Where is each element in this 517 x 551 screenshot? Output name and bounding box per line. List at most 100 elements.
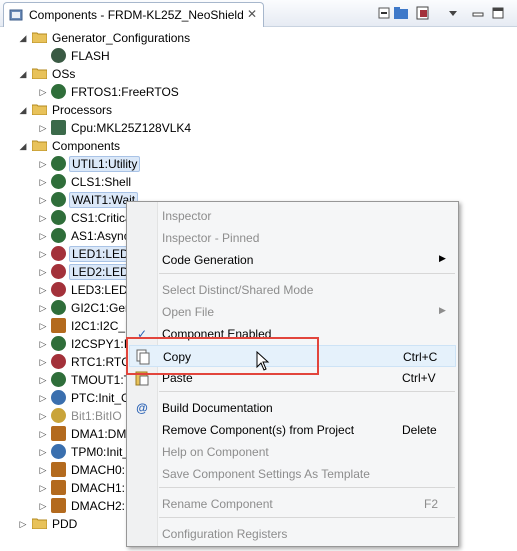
tree-item-label: LED2:LED (69, 264, 132, 280)
menu-item-label: Inspector (162, 209, 212, 223)
disabled-component-icon (51, 408, 66, 423)
collapsed-arrow-icon[interactable]: ▷ (38, 281, 48, 299)
menu-item-label: Inspector - Pinned (162, 231, 260, 245)
folder-icon (32, 104, 47, 115)
collapsed-arrow-icon[interactable]: ▷ (38, 371, 48, 389)
logical-device-icon (51, 462, 66, 477)
collapsed-arrow-icon[interactable]: ▷ (38, 425, 48, 443)
collapsed-arrow-icon[interactable]: ▷ (38, 335, 48, 353)
menu-item-inspector[interactable]: Inspector (127, 205, 458, 227)
tree-folder-components[interactable]: ◢ Components (0, 137, 300, 155)
collapsed-arrow-icon[interactable]: ▷ (38, 461, 48, 479)
collapsed-arrow-icon[interactable]: ▷ (38, 119, 48, 137)
collapsed-arrow-icon[interactable]: ▷ (38, 83, 48, 101)
menu-item-label: Select Distinct/Shared Mode (162, 283, 314, 297)
collapsed-arrow-icon[interactable]: ▷ (38, 497, 48, 515)
menu-item-configuration-registers[interactable]: Configuration Registers (127, 523, 458, 545)
tree-item-frtos1[interactable]: ▷ FRTOS1:FreeRTOS (0, 83, 300, 101)
view-title-bar: Components - FRDM-KL25Z_NeoShield ✕ (0, 0, 517, 27)
menu-separator (159, 273, 455, 274)
component-icon (51, 156, 66, 171)
menu-item-remove-component[interactable]: Remove Component(s) from Project Delete (127, 419, 458, 441)
tree-item-label: PTC:Init_G (71, 391, 131, 405)
expand-arrow-icon[interactable]: ◢ (18, 29, 28, 47)
tree-item-flash[interactable]: FLASH (0, 47, 300, 65)
menu-separator (159, 517, 455, 518)
collapsed-arrow-icon[interactable]: ▷ (38, 479, 48, 497)
expand-arrow-icon[interactable]: ◢ (18, 101, 28, 119)
collapsed-arrow-icon[interactable]: ▷ (38, 317, 48, 335)
menu-item-label: Build Documentation (162, 401, 273, 415)
tree-folder-oss[interactable]: ◢ OSs (0, 65, 300, 83)
tree-folder-generator-configurations[interactable]: ◢ Generator_Configurations (0, 29, 300, 47)
menu-item-open-file[interactable]: Open File ▶ (127, 301, 458, 323)
mouse-pointer-icon (256, 351, 270, 371)
collapsed-arrow-icon[interactable]: ▷ (38, 443, 48, 461)
tree-item-label: AS1:Async (71, 229, 130, 243)
tree-item-label: DMA1:DM (71, 427, 127, 441)
collapsed-arrow-icon[interactable]: ▷ (38, 173, 48, 191)
folder-icon[interactable] (393, 5, 409, 21)
collapse-icon[interactable] (376, 5, 392, 21)
collapsed-arrow-icon[interactable]: ▷ (38, 245, 48, 263)
collapsed-arrow-icon[interactable]: ▷ (38, 155, 48, 173)
tree-item-label: CLS1:Shell (71, 175, 132, 189)
led-component-icon (51, 264, 66, 279)
collapsed-arrow-icon[interactable]: ▷ (38, 227, 48, 245)
led-component-icon (51, 246, 66, 261)
logical-device-icon (51, 498, 66, 513)
collapsed-arrow-icon[interactable]: ▷ (38, 299, 48, 317)
collapsed-arrow-icon[interactable]: ▷ (38, 407, 48, 425)
collapsed-arrow-icon[interactable]: ▷ (38, 263, 48, 281)
tree-item-util1[interactable]: ▷ UTIL1:Utility (0, 155, 300, 173)
menu-separator (159, 487, 455, 488)
maximize-icon[interactable] (490, 5, 506, 21)
menu-item-shortcut: Ctrl+V (402, 371, 436, 385)
collapsed-arrow-icon[interactable]: ▷ (18, 515, 28, 533)
tree-item-label: GI2C1:Gen (71, 301, 132, 315)
component-icon (51, 192, 66, 207)
tree-item-label: Bit1:BitIO (71, 409, 122, 423)
inspector-icon[interactable] (415, 5, 431, 21)
component-icon (51, 174, 66, 189)
tree-item-label: Processors (52, 103, 113, 117)
logical-device-icon (51, 480, 66, 495)
menu-item-select-distinct[interactable]: Select Distinct/Shared Mode (127, 279, 458, 301)
menu-item-help-on-component[interactable]: Help on Component (127, 441, 458, 463)
component-icon (51, 210, 66, 225)
components-view-icon (9, 9, 23, 21)
collapsed-arrow-icon[interactable]: ▷ (38, 389, 48, 407)
highlight-annotation-box (126, 337, 319, 375)
collapsed-arrow-icon[interactable]: ▷ (38, 353, 48, 371)
menu-item-save-settings-template[interactable]: Save Component Settings As Template (127, 463, 458, 485)
expand-arrow-icon[interactable]: ◢ (18, 137, 28, 155)
menu-item-rename-component[interactable]: Rename Component F2 (127, 493, 458, 515)
folder-icon (32, 68, 47, 79)
at-sign-icon: @ (136, 401, 148, 415)
components-view-tab[interactable]: Components - FRDM-KL25Z_NeoShield ✕ (3, 2, 264, 27)
tree-item-label: I2C1:I2C_L (71, 319, 132, 333)
tree-item-label: DMACH0: (71, 463, 126, 477)
minimize-icon[interactable] (470, 5, 486, 21)
collapsed-arrow-icon[interactable]: ▷ (38, 191, 48, 209)
led-component-icon (51, 282, 66, 297)
menu-item-inspector-pinned[interactable]: Inspector - Pinned (127, 227, 458, 249)
collapsed-arrow-icon[interactable]: ▷ (38, 209, 48, 227)
tree-item-label: CS1:Critica (71, 211, 132, 225)
submenu-arrow-icon: ▶ (439, 305, 446, 315)
tree-item-cpu[interactable]: ▷ Cpu:MKL25Z128VLK4 (0, 119, 300, 137)
tree-item-label: TPM0:Init_ (71, 445, 130, 459)
close-icon[interactable]: ✕ (247, 7, 257, 21)
folder-icon (32, 32, 47, 43)
component-icon (51, 336, 66, 351)
menu-item-build-documentation[interactable]: @ Build Documentation (127, 397, 458, 419)
menu-item-code-generation[interactable]: Code Generation ▶ (127, 249, 458, 271)
tree-folder-processors[interactable]: ◢ Processors (0, 101, 300, 119)
tree-item-label: FLASH (71, 49, 110, 63)
tree-item-cls1[interactable]: ▷ CLS1:Shell (0, 173, 300, 191)
menu-item-label: Code Generation (162, 253, 254, 267)
view-menu-icon[interactable] (445, 5, 461, 21)
expand-arrow-icon[interactable]: ◢ (18, 65, 28, 83)
tree-item-label: OSs (52, 67, 76, 81)
flash-component-icon (51, 48, 66, 63)
